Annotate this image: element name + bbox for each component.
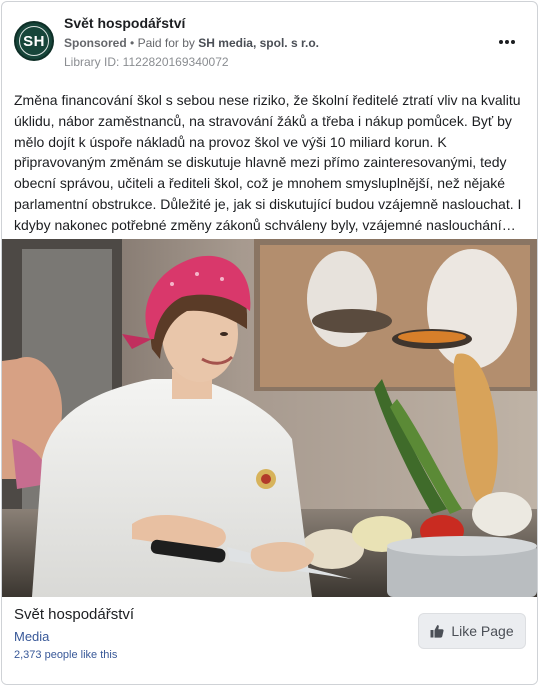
more-horizontal-icon — [497, 40, 516, 44]
page-name-link[interactable]: Svět hospodářství — [64, 15, 185, 31]
thumbs-up-icon — [430, 625, 444, 638]
paid-for-by-label: Paid for by — [137, 36, 195, 50]
ad-footer: Svět hospodářství Media 2,373 people lik… — [2, 598, 537, 684]
post-body-text: Změna financování škol s sebou nese rizi… — [14, 92, 522, 233]
like-page-label: Like Page — [451, 623, 514, 639]
page-avatar[interactable]: SH — [14, 21, 54, 61]
meta-separator: • — [130, 36, 135, 50]
post-header: SH Svět hospodářství Sponsored • Paid fo… — [2, 2, 537, 78]
like-page-button[interactable]: Like Page — [418, 613, 526, 649]
more-options-button[interactable] — [496, 32, 518, 52]
avatar-initials: SH — [23, 32, 45, 50]
chef-photo-illustration — [2, 239, 537, 597]
sponsored-meta: Sponsored • Paid for by SH media, spol. … — [64, 36, 319, 50]
advertiser-link[interactable]: SH media, spol. s r.o. — [198, 36, 319, 50]
footer-like-count[interactable]: 2,373 people like this — [14, 649, 117, 661]
library-id: Library ID: 1122820169340072 — [64, 55, 229, 69]
ad-card: SH Svět hospodářství Sponsored • Paid fo… — [1, 1, 538, 685]
footer-page-name[interactable]: Svět hospodářství — [14, 606, 134, 623]
footer-category[interactable]: Media — [14, 629, 49, 644]
ad-image[interactable] — [2, 239, 537, 597]
sponsored-label: Sponsored — [64, 36, 127, 50]
